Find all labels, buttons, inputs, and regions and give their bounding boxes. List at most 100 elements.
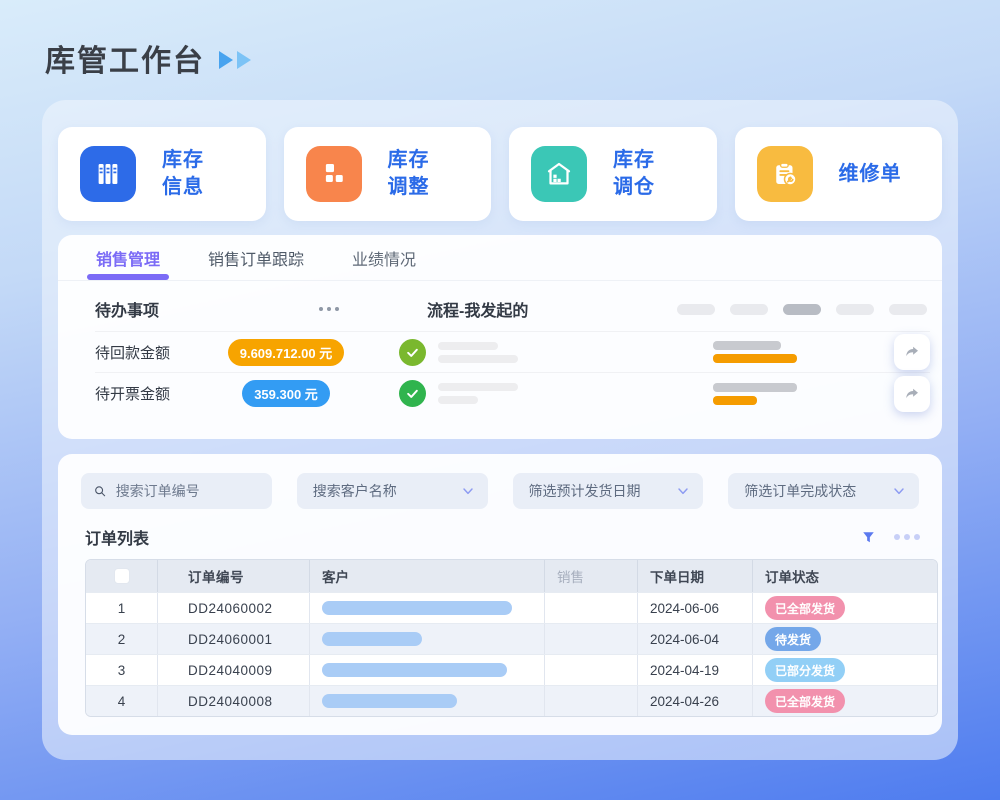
card-inventory-info[interactable]: 库存 信息 <box>58 127 266 221</box>
warehouse-icon <box>531 146 587 202</box>
order-table: 订单编号 客户 销售 下单日期 订单状态 1 DD24060002 2024-0… <box>85 559 938 717</box>
amount-badge: 359.300 元 <box>242 380 330 407</box>
gray-bar <box>713 341 781 350</box>
skeleton-bar <box>438 355 518 363</box>
customer-redacted-bar <box>322 663 507 677</box>
pill[interactable] <box>889 304 927 315</box>
order-no-search[interactable] <box>81 473 272 509</box>
search-icon <box>93 483 108 500</box>
share-button[interactable] <box>894 334 930 370</box>
more-menu-icon[interactable] <box>890 530 924 544</box>
table-row[interactable]: 2 DD24060001 2024-06-04 待发货 <box>86 623 937 654</box>
customer-select[interactable]: 搜索客户名称 <box>297 473 488 509</box>
tab-sales-management[interactable]: 销售管理 <box>96 235 160 280</box>
page-header: 库管工作台 <box>45 36 255 80</box>
order-status-select[interactable]: 筛选订单完成状态 <box>728 473 919 509</box>
stat-bars <box>713 383 797 405</box>
check-icon <box>399 380 426 407</box>
order-no: DD24060001 <box>158 624 310 654</box>
todo-section: 待办事项 流程-我发起的 待回款金额 9.609.712.00 元 <box>58 281 942 414</box>
pill[interactable] <box>836 304 874 315</box>
status-badge: 已部分发货 <box>765 658 845 682</box>
card-label: 库存 调仓 <box>613 147 655 201</box>
todo-row-label: 待回款金额 <box>95 342 227 363</box>
gray-bar <box>713 383 797 392</box>
select-label: 筛选订单完成状态 <box>744 481 891 501</box>
pill[interactable] <box>730 304 768 315</box>
filters-row: 搜索客户名称 筛选预计发货日期 筛选订单完成状态 <box>58 454 942 509</box>
order-date: 2024-06-06 <box>638 593 753 623</box>
row-index: 4 <box>86 686 158 716</box>
table-header-row: 订单编号 客户 销售 下单日期 订单状态 <box>86 560 937 592</box>
select-all-checkbox[interactable] <box>114 568 130 584</box>
skeleton-bar <box>438 396 478 404</box>
order-no: DD24040008 <box>158 686 310 716</box>
col-order-no: 订单编号 <box>158 560 310 592</box>
customer-redacted-bar <box>322 694 457 708</box>
tab-performance[interactable]: 业绩情况 <box>352 235 416 280</box>
filter-funnel-icon[interactable] <box>861 530 876 545</box>
card-repair-order[interactable]: 维修单 <box>735 127 943 221</box>
card-label: 库存 信息 <box>162 147 204 201</box>
search-input[interactable] <box>116 483 260 499</box>
tab-sales-order-tracking[interactable]: 销售订单跟踪 <box>208 235 304 280</box>
skeleton-bar <box>438 342 498 350</box>
todo-title: 待办事项 <box>95 297 159 321</box>
repair-order-icon <box>757 146 813 202</box>
order-list-header: 订单列表 <box>58 509 942 549</box>
blocks-icon <box>306 146 362 202</box>
process-title: 流程-我发起的 <box>427 297 528 321</box>
card-label: 维修单 <box>839 161 902 188</box>
status-badge: 已全部发货 <box>765 596 845 620</box>
select-label: 搜索客户名称 <box>313 481 460 501</box>
chevron-down-icon <box>891 483 907 499</box>
row-index: 2 <box>86 624 158 654</box>
pagination-pills[interactable] <box>677 304 927 315</box>
sales-cell <box>545 655 638 685</box>
double-play-icon <box>217 49 255 71</box>
order-no: DD24060002 <box>158 593 310 623</box>
sales-panel: 销售管理 销售订单跟踪 业绩情况 待办事项 流程-我发起的 <box>58 235 942 439</box>
chevron-down-icon <box>675 483 691 499</box>
archive-icon <box>80 146 136 202</box>
process-item <box>399 339 518 366</box>
customer-redacted-bar <box>322 632 422 646</box>
col-customer: 客户 <box>310 560 545 592</box>
table-row[interactable]: 1 DD24060002 2024-06-06 已全部发货 <box>86 592 937 623</box>
col-sales: 销售 <box>545 560 638 592</box>
page-title: 库管工作台 <box>45 36 205 80</box>
order-panel: 搜索客户名称 筛选预计发货日期 筛选订单完成状态 订单列表 <box>58 454 942 735</box>
order-date: 2024-06-04 <box>638 624 753 654</box>
workbench-container: 库存 信息 库存 调整 库存 调 <box>42 100 958 760</box>
col-order-date: 下单日期 <box>638 560 753 592</box>
table-row[interactable]: 3 DD24040009 2024-04-19 已部分发货 <box>86 654 937 685</box>
order-date: 2024-04-19 <box>638 655 753 685</box>
table-row[interactable]: 4 DD24040008 2024-04-26 已全部发货 <box>86 685 937 716</box>
stat-bars <box>713 341 797 363</box>
pill-active[interactable] <box>783 304 821 315</box>
skeleton-bar <box>438 383 518 391</box>
status-badge: 已全部发货 <box>765 689 845 713</box>
delivery-date-select[interactable]: 筛选预计发货日期 <box>513 473 704 509</box>
share-button[interactable] <box>894 376 930 412</box>
more-menu-icon[interactable] <box>315 303 343 315</box>
todo-row-label: 待开票金额 <box>95 383 227 404</box>
card-inventory-adjust[interactable]: 库存 调整 <box>284 127 492 221</box>
order-list-title: 订单列表 <box>85 525 149 549</box>
todo-row-receivable: 待回款金额 9.609.712.00 元 <box>95 332 930 373</box>
chevron-down-icon <box>460 483 476 499</box>
tab-bar: 销售管理 销售订单跟踪 业绩情况 <box>58 235 942 281</box>
status-badge: 待发货 <box>765 627 821 651</box>
select-label: 筛选预计发货日期 <box>529 481 676 501</box>
todo-header: 待办事项 流程-我发起的 <box>95 293 930 325</box>
order-no: DD24040009 <box>158 655 310 685</box>
amount-badge: 9.609.712.00 元 <box>228 339 345 366</box>
quick-entry-cards: 库存 信息 库存 调整 库存 调 <box>58 127 942 221</box>
pill[interactable] <box>677 304 715 315</box>
card-inventory-transfer[interactable]: 库存 调仓 <box>509 127 717 221</box>
card-label: 库存 调整 <box>388 147 430 201</box>
row-index: 3 <box>86 655 158 685</box>
order-date: 2024-04-26 <box>638 686 753 716</box>
orange-bar <box>713 396 757 405</box>
orange-bar <box>713 354 797 363</box>
